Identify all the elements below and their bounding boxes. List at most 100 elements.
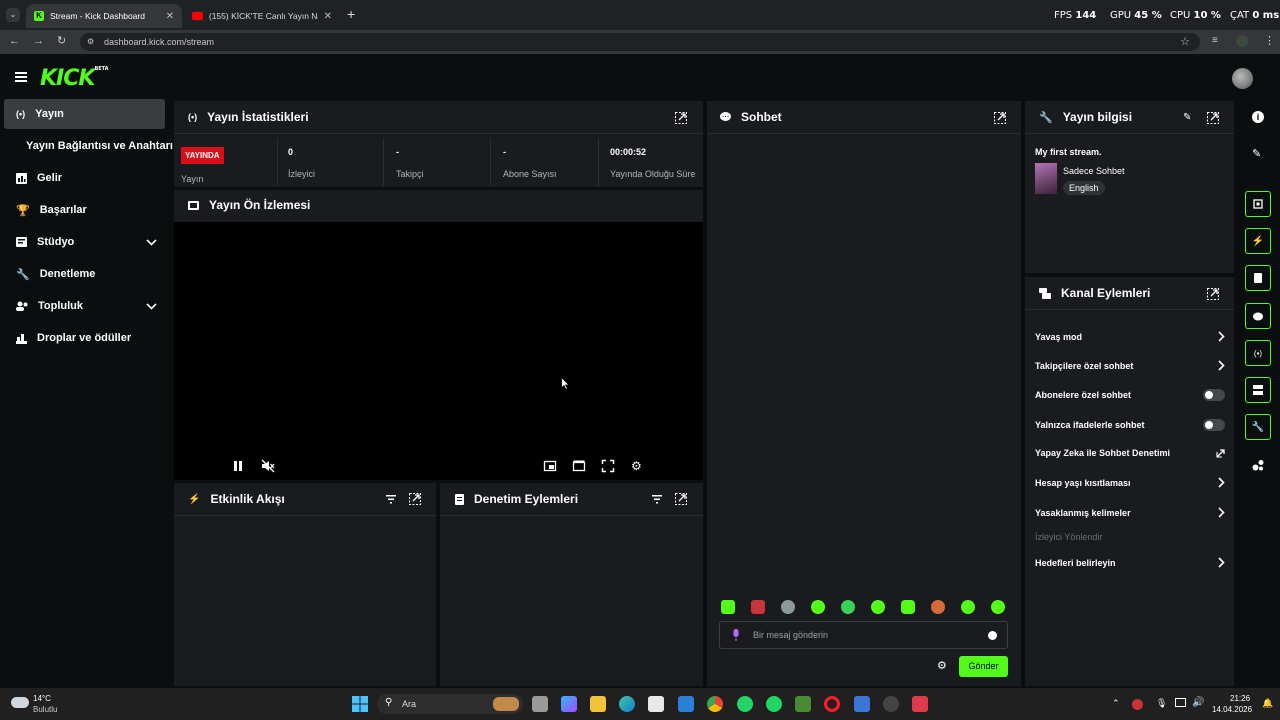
edit-pencil-icon[interactable]: ✎ [1183, 112, 1195, 124]
kick-logo[interactable]: KICKBETA [40, 66, 109, 91]
clock-date[interactable]: 14.04.2026 [1212, 705, 1252, 714]
mute-icon[interactable] [261, 459, 275, 473]
whatsapp-icon[interactable] [737, 696, 753, 712]
minecraft-icon[interactable] [795, 696, 811, 712]
popout-icon[interactable] [1207, 288, 1219, 300]
close-tab-icon[interactable]: ✕ [324, 11, 332, 22]
hamburger-menu-icon[interactable] [15, 72, 27, 82]
new-tab-button[interactable]: + [347, 6, 355, 22]
filter-icon[interactable] [385, 493, 397, 505]
channel-action-ai-moderation[interactable]: Yapay Zeka ile Sohbet Denetimi [1035, 448, 1225, 458]
rail-stream-info-icon[interactable]: 🔧 [1245, 414, 1271, 440]
emotes-only-toggle[interactable] [1203, 419, 1225, 431]
channel-action-account-age[interactable]: Hesap yaşı kısıtlaması [1035, 477, 1225, 488]
clock-time[interactable]: 21:26 [1230, 694, 1250, 703]
emote-icon[interactable] [901, 600, 915, 614]
bookmark-star-icon[interactable]: ☆ [1180, 35, 1190, 48]
sidebar-item-yayin[interactable]: (•) Yayın [4, 99, 165, 129]
emote-icon[interactable] [961, 600, 975, 614]
edge-icon[interactable] [619, 696, 635, 712]
browser-tab-youtube[interactable]: (155) KİCK'TE Canlı Yayın Nasıl ✕ [184, 4, 340, 28]
system-tray-chevron-icon[interactable]: ⌃ [1112, 698, 1120, 709]
settings-gear-icon[interactable]: ⚙ [631, 459, 645, 473]
chat-settings-icon[interactable]: ⚙ [937, 659, 947, 672]
popout-icon[interactable] [675, 112, 687, 124]
rail-channel-actions-icon[interactable] [1245, 377, 1271, 403]
sidebar-item-stream-key[interactable]: Yayın Bağlantısı ve Anahtarı [4, 131, 173, 161]
channel-action-emotes-only[interactable]: Yalnızca ifadelerle sohbet [1035, 419, 1225, 431]
pocket-icon[interactable] [912, 696, 928, 712]
pause-icon[interactable] [231, 459, 245, 473]
sidebar-item-gelir[interactable]: Gelir [4, 163, 165, 193]
forward-icon[interactable]: → [33, 35, 44, 47]
emote-icon[interactable] [721, 600, 735, 614]
tray-app-icon[interactable] [1132, 699, 1143, 710]
filter-icon[interactable] [651, 493, 663, 505]
edit-layout-icon[interactable]: ✎ [1252, 147, 1261, 160]
channel-action-slow-mode[interactable]: Yavaş mod [1035, 331, 1225, 342]
emote-icon[interactable] [841, 600, 855, 614]
emote-icon[interactable] [991, 600, 1005, 614]
browser-menu-icon[interactable]: ⋮ [1264, 34, 1275, 47]
volume-icon[interactable]: 🔊 [1192, 697, 1204, 708]
channel-action-subscribers-only[interactable]: Abonelere özel sohbet [1035, 389, 1225, 401]
emote-icon[interactable] [871, 600, 885, 614]
site-info-icon[interactable]: ⚙ [87, 37, 94, 46]
popout-icon[interactable] [409, 493, 421, 505]
back-icon[interactable]: ← [9, 35, 20, 47]
spotify-icon[interactable] [766, 696, 782, 712]
network-icon[interactable] [1175, 698, 1186, 707]
microphone-icon[interactable] [732, 629, 740, 641]
add-widget-icon[interactable] [1252, 459, 1264, 471]
popout-icon[interactable] [994, 112, 1006, 124]
theater-mode-icon[interactable] [572, 459, 586, 473]
reload-icon[interactable]: ↻ [57, 34, 66, 47]
emote-icon[interactable] [931, 600, 945, 614]
popout-icon[interactable] [1207, 112, 1219, 124]
address-bar[interactable]: ⚙ dashboard.kick.com/stream ☆ [80, 33, 1200, 51]
rail-activity-icon[interactable]: ⚡ [1245, 228, 1271, 254]
windows-start-icon[interactable] [352, 696, 368, 712]
rail-stream-preview-icon[interactable] [1245, 191, 1271, 217]
channel-action-banned-words[interactable]: Yasaklanmış kelimeler [1035, 507, 1225, 518]
browser-tab-kick-dashboard[interactable]: K Stream - Kick Dashboard ✕ [26, 4, 182, 28]
file-explorer-icon[interactable] [590, 696, 606, 712]
playlist-icon[interactable]: ≡ [1212, 35, 1218, 46]
fullscreen-icon[interactable] [601, 459, 615, 473]
notification-bell-icon[interactable]: 🔔 [1262, 698, 1273, 709]
subscribers-only-toggle[interactable] [1203, 389, 1225, 401]
emote-icon[interactable] [751, 600, 765, 614]
rail-mod-actions-icon[interactable] [1245, 265, 1271, 291]
picture-in-picture-icon[interactable] [543, 459, 557, 473]
app-icon[interactable] [854, 696, 870, 712]
rail-stats-icon[interactable]: (•) [1245, 340, 1271, 366]
popout-icon[interactable] [675, 493, 687, 505]
tab-list-dropdown-icon[interactable]: ⌄ [6, 8, 20, 22]
sidebar-item-droplar[interactable]: Droplar ve ödüller [4, 323, 165, 353]
sidebar-item-denetleme[interactable]: 🔧 Denetleme [4, 259, 165, 289]
sidebar-item-topluluk[interactable]: Topluluk [4, 291, 165, 321]
emote-icon[interactable] [811, 600, 825, 614]
taskbar-search[interactable]: ⚲ Ara [377, 694, 523, 714]
copilot-icon[interactable] [561, 696, 577, 712]
rail-chat-icon[interactable] [1245, 303, 1271, 329]
send-button[interactable]: Gönder [959, 656, 1008, 677]
obs-icon[interactable] [883, 696, 899, 712]
chevron-down-icon[interactable] [146, 238, 157, 246]
info-icon[interactable]: i [1252, 111, 1264, 123]
chrome-icon[interactable] [707, 696, 723, 712]
task-view-icon[interactable] [532, 696, 548, 712]
channel-action-followers-only[interactable]: Takipçilere özel sohbet [1035, 360, 1225, 371]
close-tab-icon[interactable]: ✕ [166, 11, 174, 22]
emote-icon[interactable] [781, 600, 795, 614]
sidebar-item-basarilar[interactable]: 🏆 Başarılar [4, 195, 165, 225]
weather-cloud-icon[interactable] [11, 697, 29, 708]
store-icon[interactable] [648, 696, 664, 712]
profile-icon[interactable] [1236, 35, 1248, 47]
opera-icon[interactable] [824, 696, 840, 712]
user-avatar[interactable] [1232, 68, 1253, 89]
mail-icon[interactable] [678, 696, 694, 712]
chevron-down-icon[interactable] [146, 302, 157, 310]
emoji-icon[interactable] [988, 631, 997, 640]
chat-input[interactable]: Bir mesaj gönderin [719, 621, 1008, 649]
